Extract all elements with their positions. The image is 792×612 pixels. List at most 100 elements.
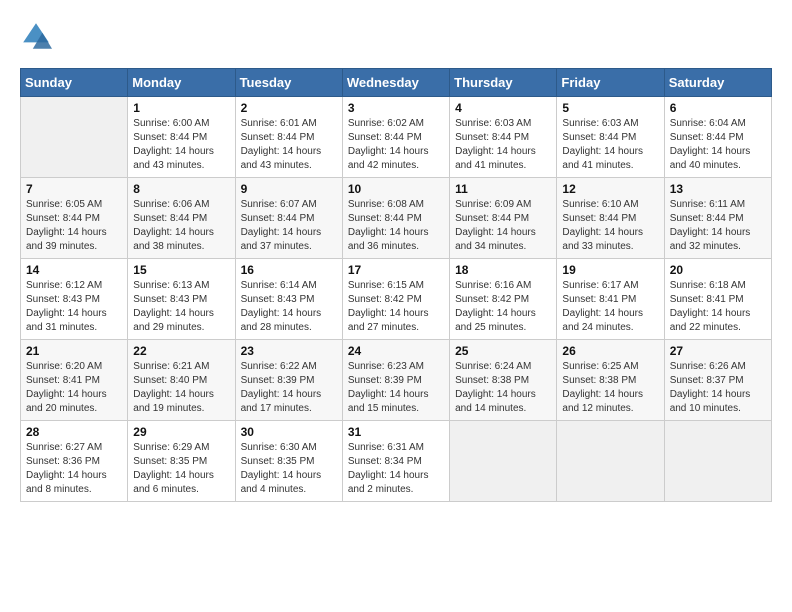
day-info: Sunrise: 6:03 AM Sunset: 8:44 PM Dayligh… bbox=[562, 117, 658, 173]
day-number: 18 bbox=[455, 263, 551, 277]
day-number: 26 bbox=[562, 344, 658, 358]
day-number: 2 bbox=[241, 101, 337, 115]
day-info: Sunrise: 6:24 AM Sunset: 8:38 PM Dayligh… bbox=[455, 360, 551, 416]
day-cell: 18 Sunrise: 6:16 AM Sunset: 8:42 PM Dayli… bbox=[450, 259, 557, 340]
day-number: 7 bbox=[26, 182, 122, 196]
day-info: Sunrise: 6:13 AM Sunset: 8:43 PM Dayligh… bbox=[133, 279, 229, 335]
day-cell: 5 Sunrise: 6:03 AM Sunset: 8:44 PM Daylig… bbox=[557, 97, 664, 178]
day-cell bbox=[21, 97, 128, 178]
week-row-5: 28Sunrise: 6:27 AM Sunset: 8:36 PM Dayli… bbox=[21, 421, 772, 502]
day-info: Sunrise: 6:00 AM Sunset: 8:44 PM Dayligh… bbox=[133, 117, 229, 173]
day-info: Sunrise: 6:12 AM Sunset: 8:43 PM Dayligh… bbox=[26, 279, 122, 335]
header-thursday: Thursday bbox=[450, 69, 557, 97]
day-info: Sunrise: 6:30 AM Sunset: 8:35 PM Dayligh… bbox=[241, 441, 337, 497]
day-cell: 22Sunrise: 6:21 AM Sunset: 8:40 PM Dayli… bbox=[128, 340, 235, 421]
header-monday: Monday bbox=[128, 69, 235, 97]
day-info: Sunrise: 6:31 AM Sunset: 8:34 PM Dayligh… bbox=[348, 441, 444, 497]
day-cell: 9 Sunrise: 6:07 AM Sunset: 8:44 PM Daylig… bbox=[235, 178, 342, 259]
day-info: Sunrise: 6:02 AM Sunset: 8:44 PM Dayligh… bbox=[348, 117, 444, 173]
logo bbox=[20, 20, 56, 52]
header-wednesday: Wednesday bbox=[342, 69, 449, 97]
day-cell: 16 Sunrise: 6:14 AM Sunset: 8:43 PM Dayli… bbox=[235, 259, 342, 340]
day-cell: 15 Sunrise: 6:13 AM Sunset: 8:43 PM Dayli… bbox=[128, 259, 235, 340]
day-cell: 27 Sunrise: 6:26 AM Sunset: 8:37 PM Dayli… bbox=[664, 340, 771, 421]
day-number: 19 bbox=[562, 263, 658, 277]
day-cell: 11 Sunrise: 6:09 AM Sunset: 8:44 PM Dayli… bbox=[450, 178, 557, 259]
day-info: Sunrise: 6:15 AM Sunset: 8:42 PM Dayligh… bbox=[348, 279, 444, 335]
day-number: 9 bbox=[241, 182, 337, 196]
calendar-table: SundayMondayTuesdayWednesdayThursdayFrid… bbox=[20, 68, 772, 502]
day-cell: 7 Sunrise: 6:05 AM Sunset: 8:44 PM Daylig… bbox=[21, 178, 128, 259]
day-cell: 8 Sunrise: 6:06 AM Sunset: 8:44 PM Daylig… bbox=[128, 178, 235, 259]
day-info: Sunrise: 6:07 AM Sunset: 8:44 PM Dayligh… bbox=[241, 198, 337, 254]
day-info: Sunrise: 6:20 AM Sunset: 8:41 PM Dayligh… bbox=[26, 360, 122, 416]
day-info: Sunrise: 6:23 AM Sunset: 8:39 PM Dayligh… bbox=[348, 360, 444, 416]
day-info: Sunrise: 6:04 AM Sunset: 8:44 PM Dayligh… bbox=[670, 117, 766, 173]
day-info: Sunrise: 6:29 AM Sunset: 8:35 PM Dayligh… bbox=[133, 441, 229, 497]
header-saturday: Saturday bbox=[664, 69, 771, 97]
day-info: Sunrise: 6:14 AM Sunset: 8:43 PM Dayligh… bbox=[241, 279, 337, 335]
day-cell: 14 Sunrise: 6:12 AM Sunset: 8:43 PM Dayli… bbox=[21, 259, 128, 340]
day-number: 30 bbox=[241, 425, 337, 439]
day-cell bbox=[557, 421, 664, 502]
day-number: 29 bbox=[133, 425, 229, 439]
calendar-header-row: SundayMondayTuesdayWednesdayThursdayFrid… bbox=[21, 69, 772, 97]
day-number: 15 bbox=[133, 263, 229, 277]
day-info: Sunrise: 6:09 AM Sunset: 8:44 PM Dayligh… bbox=[455, 198, 551, 254]
day-cell: 23 Sunrise: 6:22 AM Sunset: 8:39 PM Dayli… bbox=[235, 340, 342, 421]
day-info: Sunrise: 6:21 AM Sunset: 8:40 PM Dayligh… bbox=[133, 360, 229, 416]
day-info: Sunrise: 6:06 AM Sunset: 8:44 PM Dayligh… bbox=[133, 198, 229, 254]
day-cell: 31Sunrise: 6:31 AM Sunset: 8:34 PM Dayli… bbox=[342, 421, 449, 502]
day-cell: 30 Sunrise: 6:30 AM Sunset: 8:35 PM Dayli… bbox=[235, 421, 342, 502]
day-info: Sunrise: 6:05 AM Sunset: 8:44 PM Dayligh… bbox=[26, 198, 122, 254]
day-number: 5 bbox=[562, 101, 658, 115]
week-row-1: 1 Sunrise: 6:00 AM Sunset: 8:44 PM Daylig… bbox=[21, 97, 772, 178]
day-number: 1 bbox=[133, 101, 229, 115]
logo-icon bbox=[20, 20, 52, 52]
day-number: 14 bbox=[26, 263, 122, 277]
week-row-4: 21 Sunrise: 6:20 AM Sunset: 8:41 PM Dayli… bbox=[21, 340, 772, 421]
day-number: 8 bbox=[133, 182, 229, 196]
header-friday: Friday bbox=[557, 69, 664, 97]
day-info: Sunrise: 6:16 AM Sunset: 8:42 PM Dayligh… bbox=[455, 279, 551, 335]
day-number: 23 bbox=[241, 344, 337, 358]
day-number: 27 bbox=[670, 344, 766, 358]
day-cell: 17 Sunrise: 6:15 AM Sunset: 8:42 PM Dayli… bbox=[342, 259, 449, 340]
day-info: Sunrise: 6:22 AM Sunset: 8:39 PM Dayligh… bbox=[241, 360, 337, 416]
day-info: Sunrise: 6:10 AM Sunset: 8:44 PM Dayligh… bbox=[562, 198, 658, 254]
header-tuesday: Tuesday bbox=[235, 69, 342, 97]
day-info: Sunrise: 6:18 AM Sunset: 8:41 PM Dayligh… bbox=[670, 279, 766, 335]
day-cell bbox=[450, 421, 557, 502]
day-cell: 26Sunrise: 6:25 AM Sunset: 8:38 PM Dayli… bbox=[557, 340, 664, 421]
day-number: 21 bbox=[26, 344, 122, 358]
page-header bbox=[20, 20, 772, 52]
day-cell: 24 Sunrise: 6:23 AM Sunset: 8:39 PM Dayli… bbox=[342, 340, 449, 421]
day-number: 13 bbox=[670, 182, 766, 196]
day-number: 17 bbox=[348, 263, 444, 277]
day-cell: 29 Sunrise: 6:29 AM Sunset: 8:35 PM Dayli… bbox=[128, 421, 235, 502]
day-number: 28 bbox=[26, 425, 122, 439]
day-number: 11 bbox=[455, 182, 551, 196]
day-info: Sunrise: 6:03 AM Sunset: 8:44 PM Dayligh… bbox=[455, 117, 551, 173]
day-cell: 6 Sunrise: 6:04 AM Sunset: 8:44 PM Daylig… bbox=[664, 97, 771, 178]
day-info: Sunrise: 6:26 AM Sunset: 8:37 PM Dayligh… bbox=[670, 360, 766, 416]
day-info: Sunrise: 6:08 AM Sunset: 8:44 PM Dayligh… bbox=[348, 198, 444, 254]
day-cell: 25Sunrise: 6:24 AM Sunset: 8:38 PM Dayli… bbox=[450, 340, 557, 421]
day-cell: 12Sunrise: 6:10 AM Sunset: 8:44 PM Dayli… bbox=[557, 178, 664, 259]
day-cell bbox=[664, 421, 771, 502]
day-number: 16 bbox=[241, 263, 337, 277]
day-cell: 1 Sunrise: 6:00 AM Sunset: 8:44 PM Daylig… bbox=[128, 97, 235, 178]
header-sunday: Sunday bbox=[21, 69, 128, 97]
day-cell: 21 Sunrise: 6:20 AM Sunset: 8:41 PM Dayli… bbox=[21, 340, 128, 421]
day-number: 10 bbox=[348, 182, 444, 196]
day-cell: 2Sunrise: 6:01 AM Sunset: 8:44 PM Daylig… bbox=[235, 97, 342, 178]
day-number: 3 bbox=[348, 101, 444, 115]
day-number: 4 bbox=[455, 101, 551, 115]
day-cell: 28Sunrise: 6:27 AM Sunset: 8:36 PM Dayli… bbox=[21, 421, 128, 502]
day-cell: 13Sunrise: 6:11 AM Sunset: 8:44 PM Dayli… bbox=[664, 178, 771, 259]
day-cell: 20Sunrise: 6:18 AM Sunset: 8:41 PM Dayli… bbox=[664, 259, 771, 340]
day-info: Sunrise: 6:17 AM Sunset: 8:41 PM Dayligh… bbox=[562, 279, 658, 335]
day-number: 24 bbox=[348, 344, 444, 358]
day-cell: 19 Sunrise: 6:17 AM Sunset: 8:41 PM Dayli… bbox=[557, 259, 664, 340]
day-number: 6 bbox=[670, 101, 766, 115]
